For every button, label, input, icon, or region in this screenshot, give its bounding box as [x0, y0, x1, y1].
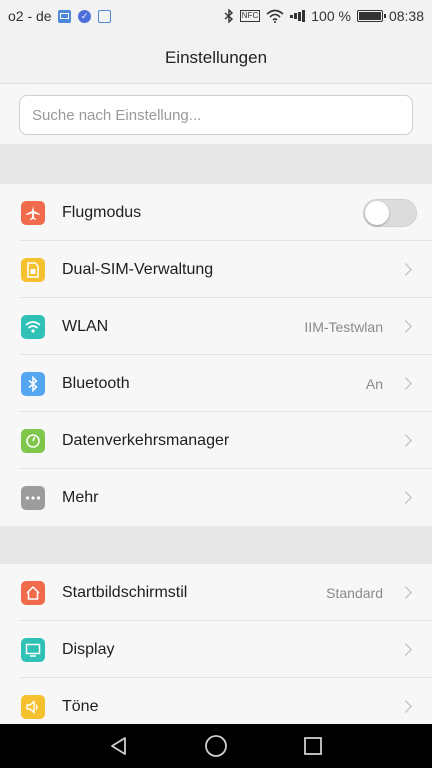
data-usage-icon — [21, 428, 45, 453]
chevron-right-icon — [399, 263, 412, 276]
chevron-right-icon — [399, 491, 412, 504]
more-dots-icon — [21, 485, 45, 510]
carrier-name: o2 - de — [8, 8, 52, 24]
bluetooth-icon — [21, 371, 45, 396]
status-right: NFC 100 % 08:38 — [224, 8, 424, 24]
settings-item-label: Mehr — [62, 488, 99, 506]
navigation-bar — [0, 724, 432, 768]
settings-item-label: Töne — [62, 697, 99, 715]
settings-item-datenverkehr[interactable]: Datenverkehrsmanager — [0, 412, 432, 469]
settings-item-label: Startbildschirmstil — [62, 583, 188, 601]
settings-item-value: An — [365, 375, 383, 392]
back-button[interactable] — [99, 726, 139, 766]
wifi-status-icon — [266, 9, 284, 23]
settings-item-label: Display — [62, 640, 115, 658]
chevron-right-icon — [399, 643, 412, 656]
clock: 08:38 — [388, 8, 424, 24]
chevron-right-icon — [399, 434, 412, 447]
settings-item-mehr[interactable]: Mehr — [0, 469, 432, 526]
battery-percent: 100 % — [311, 8, 351, 24]
settings-item-display[interactable]: Display — [0, 621, 432, 678]
page-title-bar: Einstellungen — [0, 32, 432, 84]
settings-section-display: Startbildschirmstil Standard Display Tön… — [0, 564, 432, 735]
mail-notification-icon — [58, 9, 72, 23]
sound-icon — [21, 694, 45, 719]
image-notification-icon — [98, 9, 112, 23]
airplane-icon — [21, 200, 45, 225]
chevron-right-icon — [399, 700, 412, 713]
chevron-right-icon — [399, 377, 412, 390]
chevron-right-icon — [399, 586, 412, 599]
settings-item-startbildschirmstil[interactable]: Startbildschirmstil Standard — [0, 564, 432, 621]
settings-item-label: Datenverkehrsmanager — [62, 431, 230, 449]
battery-icon — [356, 10, 386, 22]
status-bar: o2 - de ✓ NFC 100 % 08:38 — [0, 0, 432, 32]
flugmodus-toggle[interactable] — [363, 198, 417, 227]
settings-item-bluetooth[interactable]: Bluetooth An — [0, 355, 432, 412]
section-divider — [0, 144, 432, 184]
status-left: o2 - de ✓ — [8, 8, 112, 24]
check-notification-icon: ✓ — [78, 9, 92, 23]
chevron-right-icon — [399, 320, 412, 333]
settings-item-flugmodus[interactable]: Flugmodus — [0, 184, 432, 241]
home-circle-icon — [205, 735, 227, 757]
toggle-knob — [365, 200, 389, 225]
recents-square-icon — [304, 737, 323, 755]
nfc-status-icon: NFC — [239, 10, 261, 22]
settings-item-value: Standard — [326, 584, 383, 601]
home-icon — [21, 580, 45, 605]
page-title: Einstellungen — [164, 47, 268, 67]
settings-item-label: Bluetooth — [62, 374, 130, 392]
display-icon — [21, 637, 45, 662]
settings-item-label: Flugmodus — [62, 203, 142, 221]
wifi-icon — [21, 314, 45, 339]
section-divider — [0, 526, 432, 564]
home-button[interactable] — [196, 726, 236, 766]
sim-card-icon — [21, 257, 45, 282]
recents-button[interactable] — [293, 726, 333, 766]
back-triangle-icon — [110, 737, 126, 755]
search-input[interactable] — [19, 95, 413, 135]
search-area — [0, 84, 432, 144]
settings-item-label: WLAN — [62, 317, 109, 335]
signal-strength-icon — [290, 10, 306, 22]
settings-section-network: Flugmodus Dual-SIM-Verwaltung WLAN IIM-T… — [0, 184, 432, 526]
settings-item-wlan[interactable]: WLAN IIM-Testwlan — [0, 298, 432, 355]
settings-item-dual-sim[interactable]: Dual-SIM-Verwaltung — [0, 241, 432, 298]
bluetooth-status-icon — [224, 9, 234, 23]
settings-item-label: Dual-SIM-Verwaltung — [62, 260, 214, 278]
settings-item-value: IIM-Testwlan — [304, 318, 383, 335]
